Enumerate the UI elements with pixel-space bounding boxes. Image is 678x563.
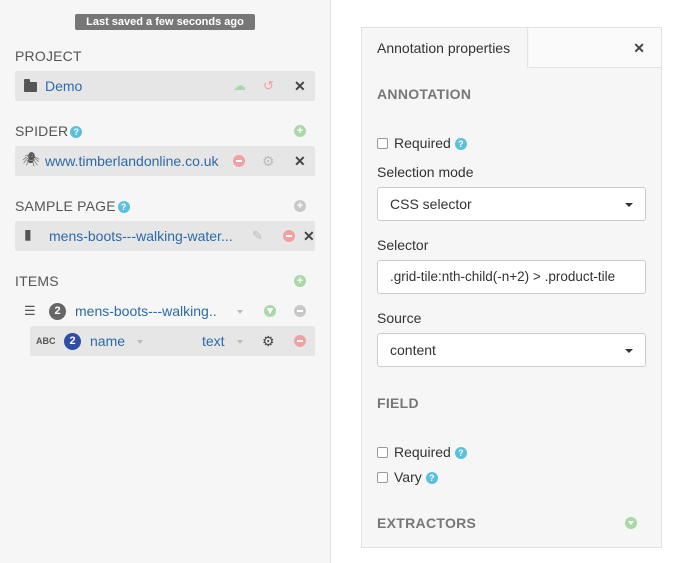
item-count-badge: 2 (49, 303, 66, 320)
source-value: content (390, 342, 436, 358)
add-spider-icon[interactable]: + (294, 125, 306, 137)
selector-input[interactable]: .grid-tile:nth-child(-n+2) > .product-ti… (377, 260, 646, 294)
delete-spider-icon[interactable] (233, 155, 245, 167)
annotation-required-checkbox[interactable] (377, 138, 388, 149)
close-project-icon[interactable]: ✕ (294, 79, 306, 93)
folder-icon (24, 79, 37, 92)
help-icon[interactable]: ? (70, 126, 83, 138)
close-spider-icon[interactable]: ✕ (294, 154, 306, 168)
spider-name-link[interactable]: www.timberlandonline.co.uk (45, 153, 219, 169)
field-type-link[interactable]: text (202, 333, 225, 349)
panel-header: ✕ (529, 28, 661, 68)
document-icon: ▮ (24, 226, 32, 242)
required-label: Required (394, 135, 451, 151)
selection-mode-select[interactable]: CSS selector (377, 187, 646, 221)
vary-label: Vary (394, 469, 422, 485)
vary-row[interactable]: Vary? (377, 469, 438, 485)
cloud-upload-icon[interactable]: ☁ (233, 79, 246, 92)
sample-page-row[interactable]: ▮ mens-boots---walking-water... ✎ ✕ (15, 221, 315, 251)
annotation-required-row[interactable]: Required? (377, 135, 467, 151)
spider-section-title: SPIDER? (15, 123, 83, 139)
chevron-down-icon (625, 203, 633, 207)
selector-value: .grid-tile:nth-child(-n+2) > .product-ti… (390, 269, 616, 284)
help-icon[interactable]: ? (425, 472, 438, 484)
project-section-title: PROJECT (15, 48, 82, 64)
field-required-row[interactable]: Required? (377, 444, 467, 460)
spider-row[interactable]: 🕷 www.timberlandonline.co.uk ⚙ ✕ (15, 146, 315, 176)
tab-annotation-properties[interactable]: Annotation properties (362, 28, 528, 68)
chevron-down-icon[interactable] (237, 340, 243, 344)
annotation-properties-panel: ✕ Annotation properties ANNOTATION Requi… (361, 27, 662, 548)
items-section-title: ITEMS (15, 273, 59, 289)
project-name-link[interactable]: Demo (45, 78, 82, 94)
selector-label: Selector (377, 237, 429, 253)
sidebar: Last saved a few seconds ago PROJECT Dem… (0, 0, 331, 563)
source-select[interactable]: content (377, 333, 646, 367)
close-sample-icon[interactable]: ✕ (303, 229, 315, 243)
gear-icon[interactable]: ⚙ (262, 334, 275, 348)
project-row[interactable]: Demo ☁ ↺ ✕ (15, 71, 315, 101)
close-icon[interactable]: ✕ (633, 40, 645, 57)
spider-icon: 🕷 (22, 151, 40, 167)
add-sample-icon[interactable]: + (294, 200, 306, 212)
sample-page-section-label: SAMPLE PAGE (15, 198, 116, 214)
save-status-badge: Last saved a few seconds ago (75, 14, 255, 30)
sample-page-name-link[interactable]: mens-boots---walking-water... (49, 228, 245, 244)
field-heading: FIELD (377, 395, 419, 411)
chevron-down-icon (625, 349, 633, 353)
delete-field-icon[interactable] (294, 335, 306, 347)
text-type-icon: ABC (36, 336, 56, 346)
field-required-checkbox[interactable] (377, 447, 388, 458)
field-required-label: Required (394, 444, 451, 460)
delete-sample-icon[interactable] (283, 230, 295, 242)
revert-icon[interactable]: ↺ (263, 79, 274, 92)
delete-item-icon[interactable] (294, 305, 306, 317)
item-name-link[interactable]: mens-boots---walking.. (75, 304, 217, 318)
help-icon[interactable]: ? (454, 447, 467, 459)
help-icon[interactable]: ? (117, 201, 130, 213)
source-label: Source (377, 310, 422, 326)
selection-mode-label: Selection mode (377, 164, 474, 180)
extractors-heading: EXTRACTORS (377, 515, 477, 531)
help-icon[interactable]: ? (454, 138, 467, 150)
annotation-heading: ANNOTATION (377, 86, 472, 102)
chevron-down-icon[interactable] (237, 310, 243, 314)
gear-icon[interactable]: ⚙ (262, 154, 275, 168)
expand-extractors-icon[interactable] (625, 517, 637, 529)
field-count-badge: 2 (64, 333, 81, 350)
vary-checkbox[interactable] (377, 472, 388, 483)
database-icon: ☰ (24, 303, 36, 318)
tab-label: Annotation properties (377, 40, 511, 56)
chevron-down-icon[interactable] (137, 340, 143, 344)
expand-item-icon[interactable]: ▾ (264, 305, 276, 317)
add-item-icon[interactable]: + (294, 275, 306, 287)
selection-mode-value: CSS selector (390, 196, 472, 212)
edit-pencil-icon[interactable]: ✎ (252, 229, 263, 242)
sample-page-section-title: SAMPLE PAGE? (15, 198, 130, 214)
spider-section-label: SPIDER (15, 123, 69, 139)
field-name-link[interactable]: name (90, 333, 125, 349)
field-row[interactable]: ABC 2 name text ⚙ (30, 326, 315, 356)
